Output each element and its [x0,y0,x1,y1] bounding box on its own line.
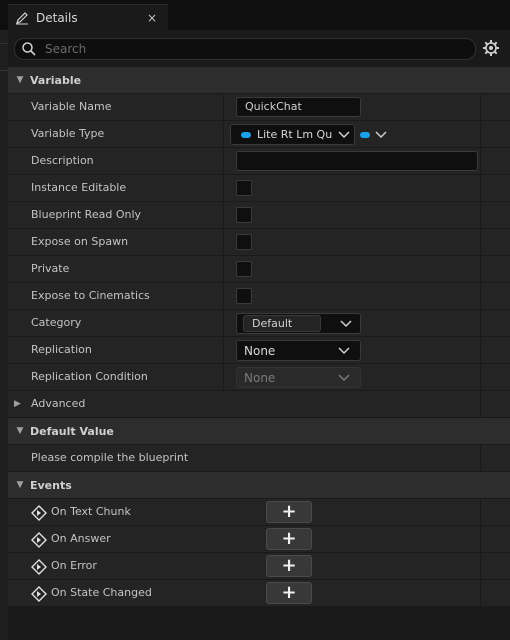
variable-type-row: Variable Type Lite Rt Lm Qu [8,121,510,148]
variable-section-header[interactable]: ▼ Variable [8,67,510,94]
property-label: Description [31,154,94,167]
search-row [8,30,510,66]
blueprint-read-only-row: Blueprint Read Only [8,202,510,229]
category-value[interactable]: Default [243,315,321,332]
expand-arrow-icon: ▶ [14,399,21,409]
plus-icon: + [281,582,297,603]
event-row-on-error: On Error + [8,553,510,580]
event-row-on-text-chunk: On Text Chunk + [8,499,510,526]
compile-message: Please compile the blueprint [31,451,189,464]
advanced-label: Advanced [31,397,86,410]
event-diamond-icon [31,532,47,548]
event-label: On Text Chunk [51,505,131,518]
variable-type-dropdown[interactable]: Lite Rt Lm Qu [230,124,355,145]
replication-condition-row: Replication Condition None [8,364,510,391]
replication-row: Replication None [8,337,510,364]
description-row: Description [8,148,510,175]
plus-icon: + [281,501,297,522]
add-event-button[interactable]: + [266,501,312,523]
type-pill-icon [360,131,370,138]
advanced-row[interactable]: ▶ Advanced [8,391,510,418]
instance-editable-row: Instance Editable [8,175,510,202]
chevron-down-icon [334,346,354,355]
category-row: Category Default [8,310,510,337]
variable-type-value: Lite Rt Lm Qu [257,128,333,141]
type-pill-icon [241,131,251,138]
compile-message-row: Please compile the blueprint [8,445,510,472]
property-label: Variable Type [31,127,105,140]
search-input[interactable] [43,41,447,57]
property-label: Blueprint Read Only [31,208,142,221]
search-box[interactable] [14,38,476,60]
section-label: Default Value [30,424,114,438]
variable-name-row: Variable Name QuickChat [8,94,510,121]
pencil-icon [14,10,30,26]
property-label: Expose on Spawn [31,235,129,248]
collapse-arrow-icon: ▼ [16,426,24,436]
events-section-header[interactable]: ▼ Events [8,472,510,499]
replication-dropdown[interactable]: None [236,340,361,361]
add-event-button[interactable]: + [266,555,312,577]
chevron-down-icon [340,320,352,328]
event-diamond-icon [31,559,47,575]
property-label: Replication Condition [31,370,148,383]
plus-icon: + [281,555,297,576]
property-label: Expose to Cinematics [31,289,150,302]
add-event-button[interactable]: + [266,528,312,550]
tab-title: Details [36,11,78,25]
details-tab[interactable]: Details × [8,4,168,31]
instance-editable-checkbox[interactable] [236,180,252,196]
property-label: Category [31,316,82,329]
container-type-dropdown[interactable] [360,124,392,145]
private-row: Private [8,256,510,283]
chevron-down-icon [334,373,354,382]
property-label: Instance Editable [31,181,127,194]
collapse-arrow-icon: ▼ [16,480,24,490]
property-label: Variable Name [31,100,112,113]
event-label: On Answer [51,532,111,545]
chevron-down-icon [334,130,354,139]
replication-condition-dropdown: None [236,367,361,388]
property-label: Replication [31,343,92,356]
property-label: Private [31,262,70,275]
details-panel: ▼ Variable Variable Name QuickChat Varia… [8,30,510,640]
event-label: On Error [51,559,97,572]
section-label: Variable [30,73,82,87]
event-diamond-icon [31,586,47,602]
collapse-arrow-icon: ▼ [16,75,24,85]
description-field[interactable] [236,151,478,171]
replication-value: None [244,343,276,358]
plus-icon: + [281,528,297,549]
expose-to-cinematics-checkbox[interactable] [236,288,252,304]
gear-icon[interactable] [482,39,500,57]
event-row-on-answer: On Answer + [8,526,510,553]
expose-on-spawn-row: Expose on Spawn [8,229,510,256]
search-icon [21,41,37,57]
add-event-button[interactable]: + [266,582,312,604]
blueprint-read-only-checkbox[interactable] [236,207,252,223]
close-icon[interactable]: × [142,11,162,25]
tab-bar: Details × [0,0,510,31]
event-label: On State Changed [51,586,152,599]
expose-to-cinematics-row: Expose to Cinematics [8,283,510,310]
chevron-down-icon [375,130,387,139]
event-row-on-state-changed: On State Changed + [8,580,510,607]
expose-on-spawn-checkbox[interactable] [236,234,252,250]
replication-condition-value: None [244,370,276,385]
variable-name-field[interactable]: QuickChat [236,97,361,117]
category-dropdown[interactable]: Default [236,313,361,334]
section-label: Events [30,478,72,492]
event-diamond-icon [31,505,47,521]
default-value-section-header[interactable]: ▼ Default Value [8,418,510,445]
private-checkbox[interactable] [236,261,252,277]
left-side-strip [0,30,8,640]
